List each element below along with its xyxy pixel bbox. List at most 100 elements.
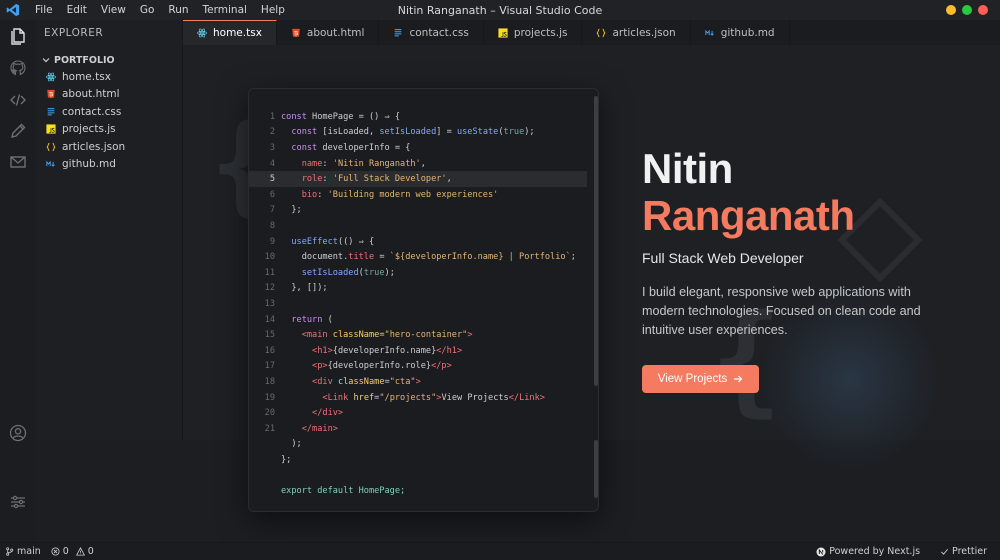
maximize-button[interactable] xyxy=(962,5,972,15)
code-line[interactable]: 12 }, []); xyxy=(249,281,598,297)
activity-bar xyxy=(0,20,36,542)
code-line[interactable]: 13 xyxy=(249,296,598,312)
prettier-indicator[interactable]: Prettier xyxy=(935,546,992,557)
file-home-tsx[interactable]: home.tsx xyxy=(36,68,182,86)
file-label: about.html xyxy=(62,88,120,101)
line-number: 10 xyxy=(264,252,275,263)
html-icon xyxy=(292,28,300,37)
menu-file[interactable]: File xyxy=(28,4,60,16)
tab-projects-js[interactable]: projects.js xyxy=(484,20,583,45)
code-line[interactable]: 4 name: 'Nitin Ranganath', xyxy=(249,156,598,172)
code-icon[interactable] xyxy=(8,90,28,110)
code-line[interactable]: 8 xyxy=(249,218,598,234)
warning-count: 0 xyxy=(87,546,94,557)
prettier-label: Prettier xyxy=(952,546,987,557)
line-number: 16 xyxy=(264,345,275,356)
chevron-down-icon xyxy=(42,58,50,63)
account-icon[interactable] xyxy=(8,423,28,443)
line-number: 12 xyxy=(264,283,275,294)
error-icon xyxy=(51,547,60,556)
code-line[interactable]: 3 const developerInfo = { xyxy=(249,140,598,156)
line-number: 9 xyxy=(269,236,275,247)
tab-contact-css[interactable]: contact.css xyxy=(379,20,484,45)
file-github-md[interactable]: github.md xyxy=(36,156,182,174)
code-line[interactable]: 17 <p>{developerInfo.role}</p> xyxy=(249,359,598,375)
line-number: 7 xyxy=(269,205,275,216)
title-bar: File Edit View Go Run Terminal Help Niti… xyxy=(0,0,1000,20)
code-line[interactable]: 18 <div className="cta"> xyxy=(249,374,598,390)
code-text: <Link href="/projects">View Projects</Li… xyxy=(322,392,545,403)
line-number: 18 xyxy=(264,376,275,387)
code-editor-card[interactable]: 1 const HomePage = () ⇒ {2 const [isLoade… xyxy=(248,88,599,512)
files-icon[interactable] xyxy=(8,26,28,46)
view-projects-button[interactable]: View Projects xyxy=(642,365,759,393)
code-line[interactable]: 11 setIsLoaded(true); xyxy=(249,265,598,281)
menu-view[interactable]: View xyxy=(94,4,133,16)
minimize-button[interactable] xyxy=(946,5,956,15)
tab-label: github.md xyxy=(720,26,775,39)
code-text: }, []); xyxy=(281,283,328,294)
line-number: 21 xyxy=(264,423,275,434)
editor-scrollbar-lower[interactable] xyxy=(594,440,598,498)
code-text: bio: 'Building modern web experiences' xyxy=(301,189,499,200)
code-text: <div className="cta"> xyxy=(312,376,421,387)
tab-home-tsx[interactable]: home.tsx xyxy=(183,20,277,45)
code-line[interactable]: 5 role: 'Full Stack Developer', xyxy=(249,171,587,187)
explorer-title: EXPLORER xyxy=(44,27,104,39)
editor-scrollbar[interactable] xyxy=(594,96,598,386)
mail-icon[interactable] xyxy=(8,152,28,172)
pencil-icon[interactable] xyxy=(8,121,28,141)
code-line[interactable]: 19 <Link href="/projects">View Projects<… xyxy=(249,390,598,406)
menu-help[interactable]: Help xyxy=(254,4,292,16)
code-line[interactable]: ); xyxy=(249,437,598,453)
line-number: 19 xyxy=(264,392,275,403)
js-icon xyxy=(46,124,56,134)
file-projects-js[interactable]: projects.js xyxy=(36,121,182,139)
code-line[interactable]: 6 bio: 'Building modern web experiences' xyxy=(249,187,598,203)
branch-indicator[interactable]: main xyxy=(0,546,46,557)
code-line[interactable] xyxy=(249,468,598,484)
arrow-right-icon xyxy=(734,375,743,383)
file-about-html[interactable]: about.html xyxy=(36,86,182,104)
folder-portfolio[interactable]: PORTFOLIO xyxy=(36,52,182,68)
code-line[interactable]: 2 const [isLoaded, setIsLoaded] = useSta… xyxy=(249,125,598,141)
file-contact-css[interactable]: contact.css xyxy=(36,103,182,121)
github-icon[interactable] xyxy=(8,58,28,78)
vscode-logo-icon xyxy=(6,3,20,17)
markdown-icon xyxy=(46,160,55,167)
code-line[interactable]: 7 }; xyxy=(249,203,598,219)
powered-by-indicator[interactable]: Powered by Next.js xyxy=(811,546,925,557)
tab-articles-json[interactable]: articles.json xyxy=(582,20,691,45)
menu-run[interactable]: Run xyxy=(161,4,195,16)
file-articles-json[interactable]: articles.json xyxy=(36,138,182,156)
code-text: }; xyxy=(281,454,292,465)
code-line[interactable]: 15 <main className="hero-container"> xyxy=(249,327,598,343)
line-number: 3 xyxy=(269,142,275,153)
code-text: }; xyxy=(281,205,302,216)
code-text: export default HomePage; xyxy=(281,486,406,497)
button-label: View Projects xyxy=(657,373,728,385)
settings-icon[interactable] xyxy=(8,492,28,512)
code-line[interactable]: 21 </main> xyxy=(249,421,598,437)
code-line[interactable]: 1 const HomePage = () ⇒ { xyxy=(249,109,598,125)
menu-terminal[interactable]: Terminal xyxy=(196,4,254,16)
code-line[interactable] xyxy=(249,499,598,511)
code-line[interactable]: 20 </div> xyxy=(249,405,598,421)
code-line[interactable]: 9 useEffect(() ⇒ { xyxy=(249,234,598,250)
code-line[interactable]: 16 <h1>{developerInfo.name}</h1> xyxy=(249,343,598,359)
close-button[interactable] xyxy=(978,5,988,15)
tab-label: contact.css xyxy=(409,26,469,39)
markdown-icon xyxy=(705,29,714,36)
code-line[interactable]: 10 document.title = `${developerInfo.nam… xyxy=(249,249,598,265)
nextjs-icon xyxy=(816,547,826,556)
tab-github-md[interactable]: github.md xyxy=(691,20,790,45)
code-line[interactable]: export default HomePage; xyxy=(249,483,598,499)
code-line[interactable]: 14 return ( xyxy=(249,312,598,328)
tab-about-html[interactable]: about.html xyxy=(277,20,380,45)
menu-edit[interactable]: Edit xyxy=(60,4,94,16)
hero-role: Full Stack Web Developer xyxy=(642,250,804,266)
menu-go[interactable]: Go xyxy=(133,4,162,16)
problems-indicator[interactable]: 0 0 xyxy=(46,546,99,557)
js-icon xyxy=(498,27,508,38)
code-line[interactable]: }; xyxy=(249,452,598,468)
